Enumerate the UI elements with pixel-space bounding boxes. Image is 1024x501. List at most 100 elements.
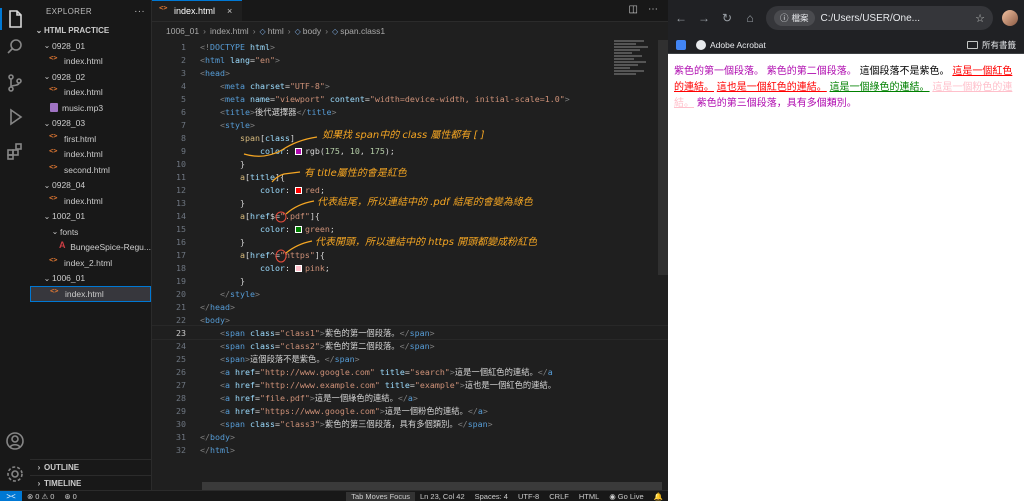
code-line[interactable]: 22 <body>: [152, 313, 668, 326]
go-live-button[interactable]: ◉ Go Live: [604, 492, 648, 501]
all-bookmarks[interactable]: 所有書籤: [966, 39, 1016, 51]
ports-indicator[interactable]: ⊛ 0: [59, 492, 81, 501]
manage-gear-icon[interactable]: [4, 463, 26, 485]
font-file-icon: [58, 240, 66, 252]
code-line[interactable]: 26 <a href="http://www.google.com" title…: [152, 365, 668, 378]
tree-file[interactable]: BungeeSpice-Regu...: [30, 240, 151, 256]
source-control-icon[interactable]: [4, 72, 26, 94]
color-swatch[interactable]: [294, 147, 302, 155]
page-link[interactable]: 這是一個綠色的連結。: [830, 82, 930, 93]
tree-file[interactable]: index_2.html: [30, 255, 151, 271]
tree-file[interactable]: index.html: [30, 286, 151, 302]
breadcrumb-item[interactable]: index.html: [210, 26, 249, 36]
tree-folder[interactable]: ⌄ 0928_03: [30, 116, 151, 132]
code-line[interactable]: 11 a[title]{: [152, 170, 668, 183]
end-of-line[interactable]: CRLF: [544, 492, 574, 501]
color-swatch[interactable]: [294, 186, 302, 194]
bookmark-adobe-acrobat[interactable]: Adobe Acrobat: [696, 39, 766, 50]
code-line[interactable]: 14 a[href$=".pdf"]{: [152, 209, 668, 222]
code-line[interactable]: 17 a[href^="https"]{: [152, 248, 668, 261]
line-number: 24: [176, 340, 186, 351]
page-link[interactable]: 這也是一個紅色的連結。: [717, 82, 827, 93]
timeline-section[interactable]: › TIMELINE: [30, 475, 151, 490]
tree-folder[interactable]: ⌄ 0928_01: [30, 38, 151, 54]
tree-file[interactable]: index.html: [30, 193, 151, 209]
reload-icon[interactable]: ↻: [720, 11, 734, 25]
code-line[interactable]: 10 }: [152, 157, 668, 170]
tree-label: 0928_04: [52, 180, 86, 191]
code-line[interactable]: 4 <meta charset="UTF-8">: [152, 79, 668, 92]
extensions-icon[interactable]: [4, 140, 26, 162]
account-icon[interactable]: [4, 430, 26, 452]
more-actions-icon[interactable]: ⋯: [648, 4, 658, 15]
tree-file[interactable]: index.html: [30, 147, 151, 163]
indentation[interactable]: Spaces: 4: [470, 492, 513, 501]
tree-folder[interactable]: ⌄ 0928_04: [30, 178, 151, 194]
profile-avatar[interactable]: [1002, 10, 1018, 26]
code-line[interactable]: 1 <!DOCTYPE html>: [152, 40, 668, 53]
tree-file[interactable]: index.html: [30, 54, 151, 70]
code-editor[interactable]: 1 <!DOCTYPE html> 2 <html lang="en"> 3 <head>…: [152, 40, 668, 456]
run-debug-icon[interactable]: [4, 106, 26, 128]
explorer-files-icon[interactable]: [4, 8, 26, 30]
tree-folder[interactable]: ⌄ 1002_01: [30, 209, 151, 225]
code-line[interactable]: 6 <title>後代選擇器</title>: [152, 105, 668, 118]
tree-file[interactable]: index.html: [30, 85, 151, 101]
workspace-header[interactable]: ⌄ HTML PRACTICE: [30, 22, 151, 38]
tab-moves-focus[interactable]: Tab Moves Focus: [346, 491, 415, 501]
code-line[interactable]: 23 <span class="class1">紫色的第一個段落。</span>: [152, 325, 668, 340]
code-line[interactable]: 29 <a href="https://www.google.com">這是一個…: [152, 404, 668, 417]
split-editor-icon[interactable]: ◫: [629, 4, 638, 15]
code-line[interactable]: 21 </head>: [152, 300, 668, 313]
forward-arrow-icon[interactable]: →: [697, 11, 711, 25]
tree-file[interactable]: second.html: [30, 162, 151, 178]
horizontal-scrollbar[interactable]: [202, 482, 662, 490]
color-swatch[interactable]: [294, 264, 302, 272]
code-line[interactable]: 2 <html lang="en">: [152, 53, 668, 66]
code-line[interactable]: 27 <a href="http://www.example.com" titl…: [152, 378, 668, 391]
problems-indicator[interactable]: ⊗ 0 ⚠ 0: [22, 492, 59, 501]
breadcrumb-item[interactable]: html: [268, 26, 284, 36]
bookmark-star-icon[interactable]: ☆: [975, 12, 985, 25]
cursor-position[interactable]: Ln 23, Col 42: [415, 492, 470, 501]
language-mode[interactable]: HTML: [574, 492, 604, 501]
tree-folder[interactable]: ⌄ 0928_02: [30, 69, 151, 85]
code-line[interactable]: 30 <span class="class3">紫色的第三個段落，具有多個類別。…: [152, 417, 668, 430]
site-info-chip[interactable]: ⓘ 檔案: [774, 10, 815, 26]
code-line[interactable]: 3 <head>: [152, 66, 668, 79]
code-line[interactable]: 5 <meta name="viewport" content="width=d…: [152, 92, 668, 105]
breadcrumb-item[interactable]: 1006_01: [166, 26, 199, 36]
remote-indicator[interactable]: ><: [0, 490, 22, 501]
code-line[interactable]: 19 }: [152, 274, 668, 287]
code-line[interactable]: 9 color: rgb(175, 10, 175);: [152, 144, 668, 157]
code-line[interactable]: 28 <a href="file.pdf">這是一個綠色的連結。</a>: [152, 391, 668, 404]
home-icon[interactable]: ⌂: [743, 11, 757, 25]
code-line[interactable]: 31 </body>: [152, 430, 668, 443]
breadcrumb-item[interactable]: body: [303, 26, 321, 36]
more-actions-icon[interactable]: ···: [134, 6, 145, 17]
minimap[interactable]: [614, 40, 654, 100]
tab-index-html[interactable]: index.html ×: [152, 0, 243, 21]
notifications-bell-icon[interactable]: 🔔: [649, 492, 668, 501]
code-line[interactable]: 18 color: pink;: [152, 261, 668, 274]
tree-folder[interactable]: ⌄ 1006_01: [30, 271, 151, 287]
back-arrow-icon[interactable]: ←: [674, 11, 688, 25]
tree-folder[interactable]: ⌄ fonts: [30, 224, 151, 240]
workspace-title: HTML PRACTICE: [44, 25, 110, 35]
code-line[interactable]: 32 </html>: [152, 443, 668, 456]
search-icon[interactable]: [4, 36, 26, 58]
tree-file[interactable]: music.mp3: [30, 100, 151, 116]
code-line[interactable]: 25 <span>這個段落不是紫色。</span>: [152, 352, 668, 365]
color-swatch[interactable]: [294, 225, 302, 233]
address-bar[interactable]: ⓘ 檔案 C:/Users/USER/One... ☆: [766, 6, 993, 30]
close-tab-icon[interactable]: ×: [227, 6, 232, 16]
page-span: 紫色的第一個段落。: [674, 66, 764, 77]
encoding[interactable]: UTF-8: [513, 492, 544, 501]
vertical-scrollbar[interactable]: [658, 40, 668, 275]
breadcrumb-item[interactable]: span.class1: [340, 26, 385, 36]
outline-section[interactable]: › OUTLINE: [30, 459, 151, 475]
code-line[interactable]: 24 <span class="class2">紫色的第二個段落。</span>: [152, 339, 668, 352]
code-line[interactable]: 20 </style>: [152, 287, 668, 300]
tree-file[interactable]: first.html: [30, 131, 151, 147]
apps-icon[interactable]: [676, 39, 686, 50]
